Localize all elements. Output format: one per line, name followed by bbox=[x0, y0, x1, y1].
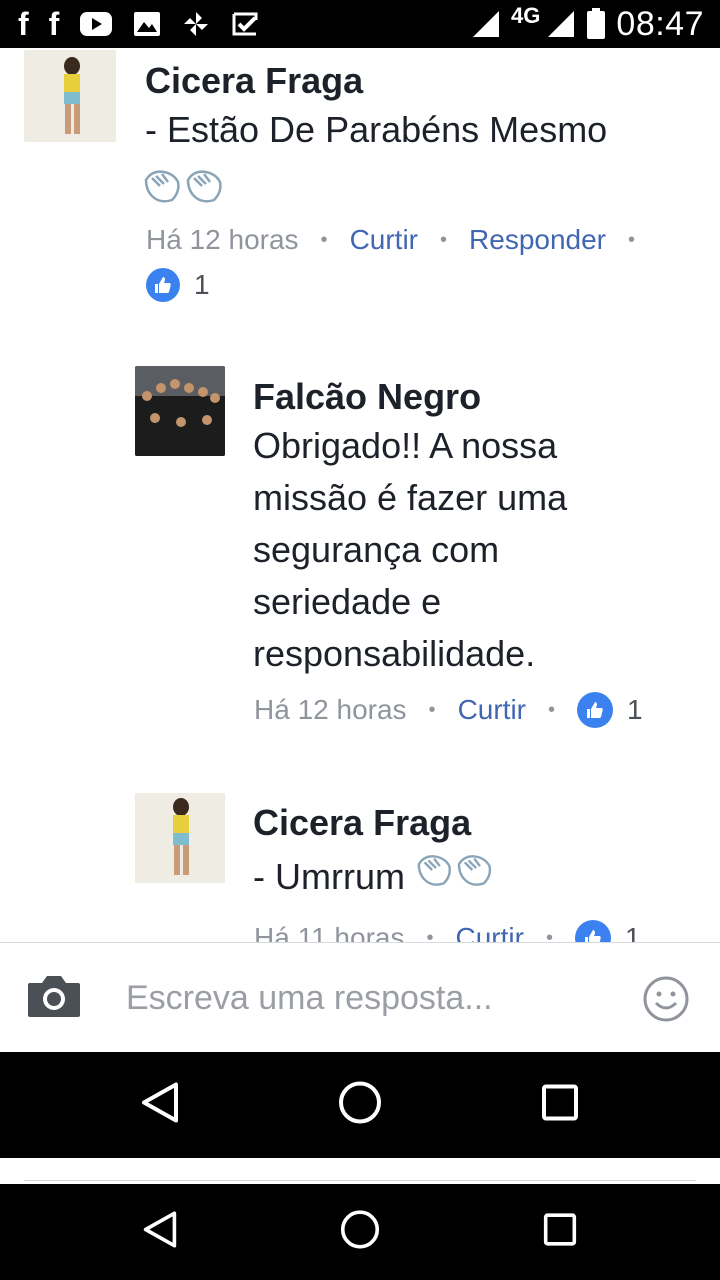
comment-thread: Cicera Fraga - Estão De Parabéns Mesmo H… bbox=[0, 48, 720, 942]
divider-line bbox=[24, 1180, 696, 1181]
reaction-summary[interactable]: 1 bbox=[574, 920, 641, 942]
status-bar: f f 4G 08:47 bbox=[0, 0, 720, 48]
navigation-bar bbox=[0, 1184, 720, 1280]
pinwheel-icon bbox=[181, 9, 211, 39]
comment-time[interactable]: Há 11 horas bbox=[254, 922, 404, 942]
separator-dot: • bbox=[548, 698, 556, 721]
separator-dot: • bbox=[426, 926, 434, 943]
comment-author[interactable]: Falcão Negro bbox=[253, 376, 481, 418]
navigation-bar bbox=[0, 1052, 720, 1158]
reply-bar bbox=[0, 942, 720, 1053]
separator-dot: • bbox=[545, 926, 553, 943]
status-indicators: 4G 08:47 bbox=[471, 0, 704, 48]
facebook-icon: f bbox=[18, 6, 29, 42]
separator-dot: • bbox=[320, 228, 328, 251]
recents-icon[interactable] bbox=[541, 1084, 579, 1127]
avatar[interactable] bbox=[135, 793, 225, 883]
like-count: 1 bbox=[627, 694, 643, 725]
comment-line: segurança com bbox=[253, 529, 500, 570]
comment-text: Obrigado!! A nossa missão é fazer uma se… bbox=[253, 420, 703, 680]
comment-meta: Há 11 horas • Curtir • 1 bbox=[254, 920, 641, 942]
signal-icon bbox=[473, 11, 500, 37]
comment-meta: Há 12 horas • Curtir • 1 bbox=[254, 692, 643, 728]
clapping-hands-emoji bbox=[415, 850, 501, 904]
comment-author[interactable]: Cicera Fraga bbox=[145, 60, 363, 102]
reply-link[interactable]: Responder bbox=[469, 224, 606, 256]
battery-icon bbox=[587, 8, 606, 39]
network-type: 4G bbox=[511, 3, 541, 28]
thumbs-up-icon bbox=[574, 920, 611, 942]
comment-line: Obrigado!! A nossa bbox=[253, 425, 558, 466]
camera-icon[interactable] bbox=[26, 973, 82, 1024]
like-count: 1 bbox=[194, 269, 210, 300]
home-icon[interactable] bbox=[338, 1081, 382, 1130]
comment-author[interactable]: Cicera Fraga bbox=[253, 802, 471, 844]
reply-input[interactable] bbox=[126, 973, 606, 1023]
divider bbox=[0, 1158, 720, 1184]
comment-time[interactable]: Há 12 horas bbox=[146, 224, 299, 256]
thumbs-up-icon bbox=[577, 692, 614, 728]
reaction-summary[interactable]: 1 bbox=[577, 692, 643, 728]
comment: Falcão Negro Obrigado!! A nossa missão é… bbox=[0, 348, 720, 778]
like-link[interactable]: Curtir bbox=[350, 224, 418, 256]
separator-dot: • bbox=[628, 228, 636, 251]
comment-text: - Umrrum bbox=[253, 850, 703, 904]
image-icon bbox=[133, 9, 161, 39]
signal-icon bbox=[548, 11, 575, 37]
recents-icon[interactable] bbox=[543, 1213, 577, 1252]
comment-body: - Umrrum bbox=[253, 856, 405, 897]
checkmark-app-icon bbox=[231, 9, 259, 39]
separator-dot: • bbox=[440, 228, 448, 251]
comment: Cicera Fraga - Estão De Parabéns Mesmo H… bbox=[0, 48, 720, 348]
comment-body: - Estão De Parabéns Mesmo bbox=[145, 109, 608, 150]
like-link[interactable]: Curtir bbox=[458, 694, 526, 726]
comment-meta: Há 12 horas • Curtir • Responder • bbox=[146, 224, 657, 256]
like-link[interactable]: Curtir bbox=[455, 922, 523, 942]
clapping-hands-emoji bbox=[142, 166, 232, 211]
notification-icons: f f bbox=[18, 0, 259, 48]
home-icon[interactable] bbox=[340, 1210, 380, 1255]
emoji-icon[interactable] bbox=[642, 975, 690, 1028]
back-icon[interactable] bbox=[140, 1082, 180, 1129]
like-count: 1 bbox=[624, 922, 641, 942]
thumbs-up-icon bbox=[146, 268, 180, 302]
comment: Cicera Fraga - Umrrum Há 11 horas • Curt… bbox=[0, 778, 720, 942]
facebook-icon: f bbox=[48, 6, 60, 42]
comment-line: seriedade e bbox=[253, 581, 442, 622]
comment-line: missão é fazer uma bbox=[253, 477, 568, 518]
reaction-summary[interactable]: 1 bbox=[146, 268, 210, 302]
back-icon[interactable] bbox=[142, 1211, 178, 1254]
separator-dot: • bbox=[428, 698, 436, 721]
youtube-icon bbox=[79, 9, 113, 39]
avatar[interactable] bbox=[24, 50, 116, 142]
comment-text: - Estão De Parabéns Mesmo bbox=[145, 104, 705, 156]
comment-time[interactable]: Há 12 horas bbox=[254, 694, 407, 726]
avatar[interactable] bbox=[135, 366, 225, 456]
clock: 08:47 bbox=[616, 4, 704, 43]
comment-line: responsabilidade. bbox=[253, 633, 536, 674]
